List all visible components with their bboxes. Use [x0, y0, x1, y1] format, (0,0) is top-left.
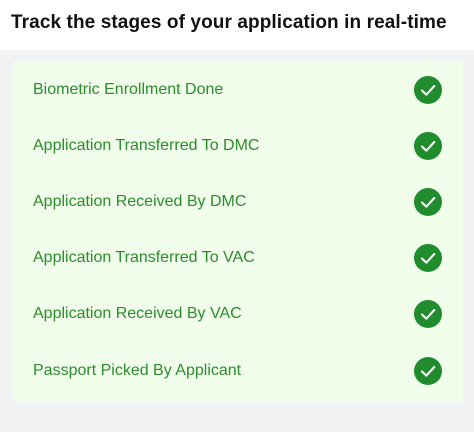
- stage-item-received-by-vac: Application Received By VAC: [13, 286, 463, 342]
- page-title: Track the stages of your application in …: [11, 12, 447, 33]
- check-circle-icon: [414, 357, 442, 385]
- check-circle-icon: [414, 76, 442, 104]
- check-circle-icon: [414, 244, 442, 272]
- stage-label: Application Transferred To DMC: [33, 137, 260, 154]
- stage-item-transferred-to-dmc: Application Transferred To DMC: [13, 118, 463, 174]
- stage-label: Application Received By VAC: [33, 305, 242, 322]
- stage-label: Passport Picked By Applicant: [33, 362, 242, 379]
- stage-label: Biometric Enrollment Done: [33, 81, 224, 98]
- check-circle-icon: [414, 300, 442, 328]
- check-circle-icon: [414, 132, 442, 160]
- stage-label: Application Transferred To VAC: [33, 249, 255, 266]
- stage-label: Application Received By DMC: [33, 193, 247, 210]
- stage-item-transferred-to-vac: Application Transferred To VAC: [13, 230, 463, 286]
- stages-card: Biometric Enrollment Done Application Tr…: [13, 61, 463, 402]
- stage-item-passport-picked: Passport Picked By Applicant: [13, 343, 463, 399]
- stage-item-biometric-enrollment: Biometric Enrollment Done: [13, 62, 463, 118]
- check-circle-icon: [414, 188, 442, 216]
- stage-item-received-by-dmc: Application Received By DMC: [13, 174, 463, 230]
- application-tracker: Track the stages of your application in …: [0, 0, 474, 432]
